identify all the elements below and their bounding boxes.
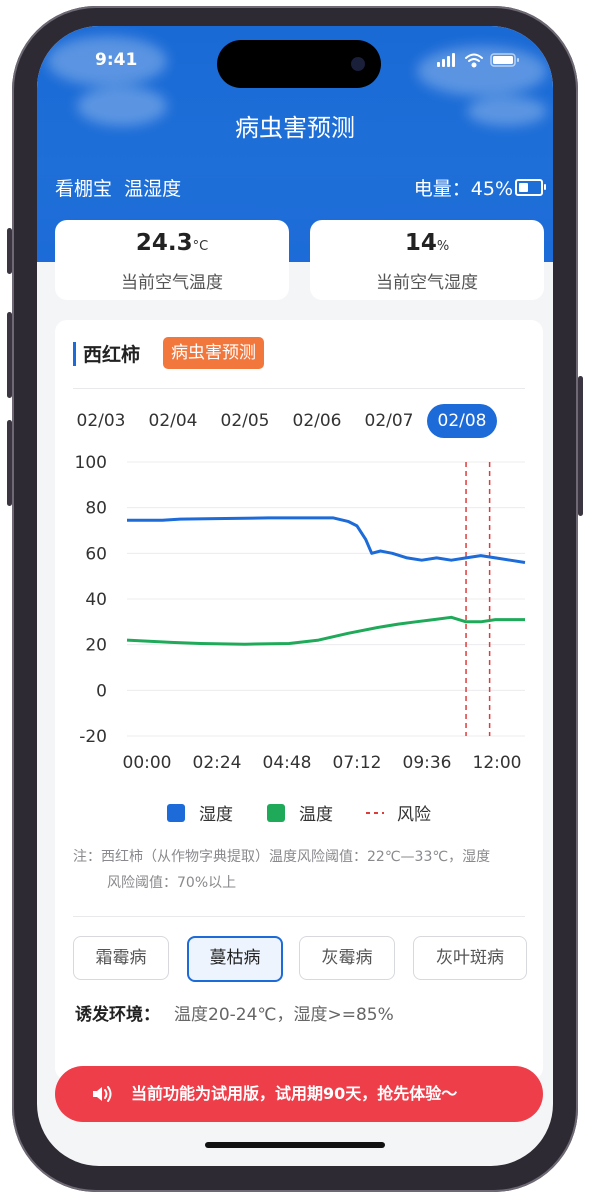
humidity-card: 14% 当前空气湿度 [310, 220, 544, 300]
speaker-icon [93, 1086, 112, 1102]
date-tab[interactable]: 02/03 [69, 404, 133, 438]
disease-button-gray-leaf-spot[interactable]: 灰叶斑病 [413, 936, 527, 980]
y-tick-label: 80 [85, 499, 107, 519]
x-tick-label: 07:12 [333, 753, 382, 773]
humidity-legend-swatch [167, 804, 185, 822]
divider [73, 916, 525, 917]
temperature-legend-swatch [267, 804, 285, 822]
cellular-signal-icon [437, 53, 455, 67]
date-tab[interactable]: 02/06 [285, 404, 349, 438]
y-tick-label: -20 [79, 727, 107, 747]
humidity-value: 14 [404, 230, 437, 256]
x-tick-label: 04:48 [263, 753, 312, 773]
app-screen: 9:41 病虫害预测 看棚宝 温湿度 电量：45% 24.3°C 当前空气温度 … [37, 26, 553, 1166]
device-info: 看棚宝 温湿度 [55, 174, 181, 201]
y-tick-label: 0 [96, 681, 107, 701]
page-title: 病虫害预测 [235, 114, 355, 142]
humidity-temperature-chart: 100 80 60 40 20 0 -20 00:00 02:24 04:48 07:12 09:36… [75, 453, 526, 773]
temperature-legend-label: 温度 [299, 805, 333, 825]
status-battery-icon [490, 53, 519, 67]
dynamic-island [217, 40, 381, 88]
status-time: 9:41 [95, 50, 138, 70]
x-tick-label: 12:00 [473, 753, 522, 773]
trigger-environment-value: 温度20-24℃，湿度>=85% [174, 1005, 394, 1025]
date-tab[interactable]: 02/04 [141, 404, 205, 438]
temperature-unit: °C [192, 239, 209, 254]
threshold-note-line2: 风险阈值：70%以上 [107, 875, 237, 891]
temperature-label: 当前空气温度 [121, 273, 223, 293]
humidity-legend-label: 湿度 [199, 805, 233, 825]
battery-icon [515, 179, 546, 196]
volume-down-button [7, 420, 12, 506]
battery-value: 45% [470, 178, 513, 200]
temperature-value: 24.3 [135, 230, 193, 256]
y-tick-label: 100 [75, 453, 107, 473]
temperature-card: 24.3°C 当前空气温度 [55, 220, 289, 300]
x-tick-label: 09:36 [403, 753, 452, 773]
device-name: 看棚宝 [55, 178, 113, 200]
trial-banner-text: 当前功能为试用版，试用期90天，抢先体验～ [131, 1084, 458, 1103]
status-icons [437, 53, 519, 68]
disease-button-downy-mildew[interactable]: 霜霉病 [73, 936, 169, 980]
risk-legend-swatch [366, 812, 384, 814]
section-accent-bar [73, 342, 76, 366]
disease-button-gummy-stem-blight[interactable]: 蔓枯病 [187, 936, 283, 982]
y-tick-label: 20 [85, 636, 107, 656]
y-tick-label: 60 [85, 544, 107, 564]
crop-name: 西红柿 [83, 344, 141, 366]
temperature-line [126, 615, 525, 646]
date-tab[interactable]: 02/05 [213, 404, 277, 438]
volume-up-button [7, 312, 12, 398]
wifi-icon [465, 53, 483, 68]
trial-banner[interactable]: 当前功能为试用版，试用期90天，抢先体验～ [55, 1066, 543, 1122]
action-button [7, 228, 12, 274]
battery-status: 电量：45% [414, 174, 513, 201]
threshold-note-line1: 注：西红柿（从作物字典提取）温度风险阈值：22℃—33℃，湿度 [73, 849, 491, 865]
disease-button-gray-mold[interactable]: 灰霉病 [299, 936, 395, 980]
date-tab[interactable]: 02/08 [427, 404, 497, 438]
divider [73, 388, 525, 389]
home-indicator[interactable] [205, 1142, 385, 1148]
x-tick-label: 02:24 [193, 753, 242, 773]
forecast-tag: 病虫害预测 [163, 337, 264, 369]
device-mode: 温湿度 [124, 178, 182, 200]
trigger-environment-label: 诱发环境： [75, 1005, 160, 1025]
humidity-label: 当前空气湿度 [376, 273, 478, 293]
forecast-panel: 西红柿 病虫害预测 02/03 02/04 02/05 02/06 02/07 … [55, 320, 543, 1080]
humidity-unit: % [436, 239, 450, 254]
risk-legend-label: 风险 [397, 805, 431, 825]
date-tab[interactable]: 02/07 [357, 404, 421, 438]
threshold-note: 注：西红柿（从作物字典提取）温度风险阈值：22℃—33℃，湿度 风险阈值：70%… [73, 844, 533, 896]
battery-label: 电量： [413, 178, 471, 200]
trigger-environment: 诱发环境： 温度20-24℃，湿度>=85% [75, 1000, 394, 1025]
y-tick-label: 40 [85, 590, 107, 610]
x-tick-label: 00:00 [123, 753, 172, 773]
power-button [578, 376, 583, 516]
